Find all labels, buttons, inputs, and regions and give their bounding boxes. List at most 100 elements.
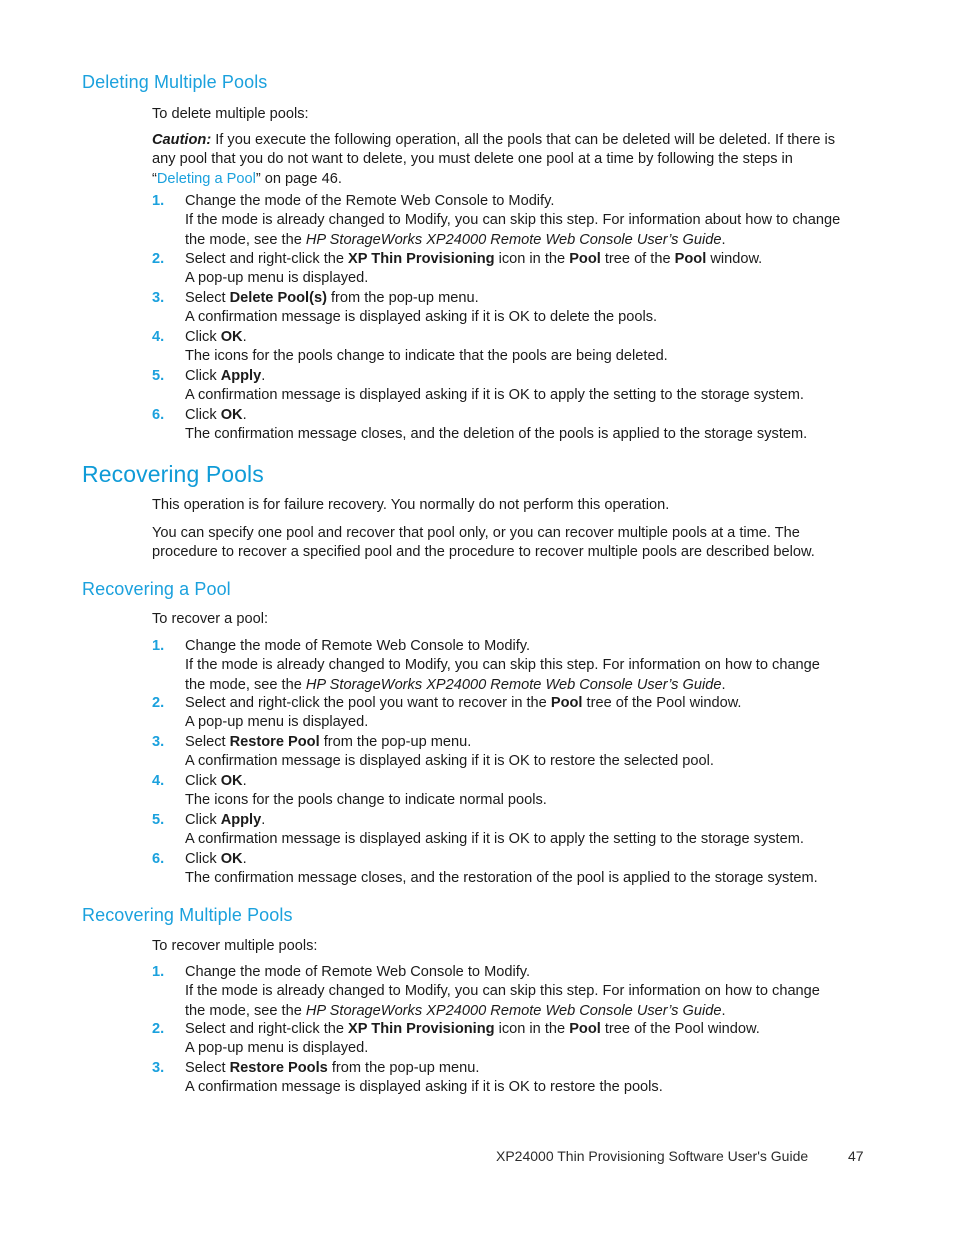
menu-label-restore-pools: Restore Pools: [229, 1060, 328, 1076]
step-item: 6. Click OK. The confirmation message cl…: [152, 850, 842, 889]
button-label-apply: Apply: [220, 812, 262, 828]
step-text: from the pop-up menu.: [327, 1060, 480, 1076]
step-number: 3.: [152, 1060, 165, 1076]
step-line-primary: Click Apply.: [185, 811, 842, 830]
button-label-apply: Apply: [220, 368, 262, 384]
step-body: Click OK. The icons for the pools change…: [185, 772, 842, 811]
step-item: 2. Select and right-click the XP Thin Pr…: [152, 1020, 842, 1059]
step-text: Click: [185, 407, 221, 423]
paragraph-recovering-pools-2: You can specify one pool and recover tha…: [152, 525, 815, 561]
step-line-primary: Change the mode of the Remote Web Consol…: [185, 193, 555, 209]
step-line-primary: Change the mode of Remote Web Console to…: [185, 638, 531, 654]
menu-label-delete-pools: Delete Pool(s): [229, 290, 327, 306]
step-body: Click OK. The confirmation message close…: [185, 406, 842, 445]
step-text: .: [261, 812, 266, 828]
step-text: from the pop-up menu.: [326, 290, 479, 306]
caution-label: Caution:: [152, 132, 212, 148]
step-number: 1.: [152, 964, 165, 980]
document-page: Deleting Multiple Pools To delete multip…: [0, 0, 954, 1235]
step-text: .: [242, 773, 247, 789]
step-text: tree of the Pool window.: [600, 1021, 760, 1037]
step-number: 4.: [152, 329, 165, 345]
step-text: Select and right-click the pool you want…: [185, 695, 551, 711]
step-line-primary: Select and right-click the XP Thin Provi…: [185, 250, 842, 269]
step-line-secondary: A pop-up menu is displayed.: [185, 1040, 369, 1057]
step-line-secondary: A confirmation message is displayed aski…: [185, 831, 804, 848]
button-label-ok: OK: [220, 773, 243, 789]
step-text: Click: [185, 773, 221, 789]
step-body: Change the mode of the Remote Web Consol…: [185, 192, 842, 250]
step-number: 1.: [152, 638, 165, 654]
ui-label-pool: Pool: [569, 1021, 601, 1037]
step-text: tree of the Pool window.: [582, 695, 742, 711]
step-item: 1. Change the mode of Remote Web Console…: [152, 963, 842, 1021]
button-label-ok: OK: [220, 329, 243, 345]
button-label-ok: OK: [220, 851, 243, 867]
step-text: .: [242, 851, 247, 867]
intro-deleting-multiple-pools: To delete multiple pools:: [152, 106, 309, 122]
step-item: 5. Click Apply. A confirmation message i…: [152, 367, 842, 406]
guide-title: HP StorageWorks XP24000 Remote Web Conso…: [305, 1002, 722, 1019]
step-line-primary: Select Restore Pools from the pop-up men…: [185, 1059, 842, 1078]
step-number: 4.: [152, 773, 165, 789]
step-number: 3.: [152, 290, 165, 306]
step-text: icon in the: [494, 251, 570, 267]
step-body: Select Restore Pool from the pop-up menu…: [185, 733, 842, 772]
step-line-primary: Click Apply.: [185, 367, 842, 386]
step-line-primary: Select Restore Pool from the pop-up menu…: [185, 733, 842, 752]
step-line-primary: Change the mode of Remote Web Console to…: [185, 964, 531, 980]
step-text: icon in the: [494, 1021, 570, 1037]
step-text: tree of the: [600, 251, 675, 267]
caution-text-part2: ” on page 46.: [255, 170, 342, 187]
step-text: Select: [185, 734, 230, 750]
step-line-secondary: The confirmation message closes, and the…: [185, 870, 818, 887]
step-text-end: .: [721, 676, 726, 693]
step-line-secondary: A pop-up menu is displayed.: [185, 714, 369, 731]
step-body: Click Apply. A confirmation message is d…: [185, 367, 842, 406]
step-number: 3.: [152, 734, 165, 750]
step-number: 2.: [152, 1021, 165, 1037]
intro-recovering-a-pool: To recover a pool:: [152, 611, 269, 627]
step-text: Select and right-click the: [185, 251, 349, 267]
intro-recovering-multiple-pools: To recover multiple pools:: [152, 938, 318, 954]
heading-recovering-pools: Recovering Pools: [82, 461, 264, 487]
ui-label-pool-window: Pool: [674, 251, 707, 267]
paragraph-recovering-pools-1: This operation is for failure recovery. …: [152, 497, 670, 513]
step-number: 5.: [152, 812, 165, 828]
step-line-secondary: The icons for the pools change to indica…: [185, 348, 668, 365]
step-line-primary: Click OK.: [185, 850, 842, 869]
step-line-primary: Select Delete Pool(s) from the pop-up me…: [185, 289, 842, 308]
step-body: Click OK. The confirmation message close…: [185, 850, 842, 889]
step-line-secondary: A pop-up menu is displayed.: [185, 270, 369, 287]
step-text: Select and right-click the: [185, 1021, 349, 1037]
step-text: Select: [185, 1060, 230, 1076]
step-body: Select and right-click the pool you want…: [185, 694, 842, 733]
step-item: 2. Select and right-click the XP Thin Pr…: [152, 250, 842, 289]
step-item: 2. Select and right-click the pool you w…: [152, 694, 842, 733]
link-deleting-a-pool[interactable]: Deleting a Pool: [157, 171, 256, 187]
step-number: 1.: [152, 193, 165, 209]
step-number: 2.: [152, 251, 165, 267]
heading-recovering-a-pool: Recovering a Pool: [82, 579, 231, 599]
step-text-end: .: [721, 231, 726, 248]
step-text: .: [261, 368, 266, 384]
ui-label-xp-thin-provisioning: XP Thin Provisioning: [348, 1021, 495, 1037]
page-footer: XP24000 Thin Provisioning Software User'…: [0, 1148, 954, 1172]
step-text: window.: [706, 251, 763, 267]
step-line-primary: Select and right-click the pool you want…: [185, 694, 842, 713]
step-line-secondary: A confirmation message is displayed aski…: [185, 309, 658, 326]
footer-document-title: XP24000 Thin Provisioning Software User'…: [496, 1148, 809, 1164]
step-item: 5. Click Apply. A confirmation message i…: [152, 811, 842, 850]
footer-page-number: 47: [848, 1148, 864, 1164]
step-line-secondary: If the mode is already changed to Modify…: [185, 656, 842, 695]
step-line-secondary: The icons for the pools change to indica…: [185, 792, 547, 809]
step-body: Click OK. The icons for the pools change…: [185, 328, 842, 367]
step-line-primary: Click OK.: [185, 772, 842, 791]
step-item: 3. Select Restore Pool from the pop-up m…: [152, 733, 842, 772]
step-number: 6.: [152, 407, 165, 423]
step-text: from the pop-up menu.: [319, 734, 472, 750]
step-line-secondary: A confirmation message is displayed aski…: [185, 387, 804, 404]
menu-label-restore-pool: Restore Pool: [229, 734, 320, 750]
heading-recovering-multiple-pools: Recovering Multiple Pools: [82, 905, 293, 925]
step-line-primary: Click OK.: [185, 406, 842, 425]
